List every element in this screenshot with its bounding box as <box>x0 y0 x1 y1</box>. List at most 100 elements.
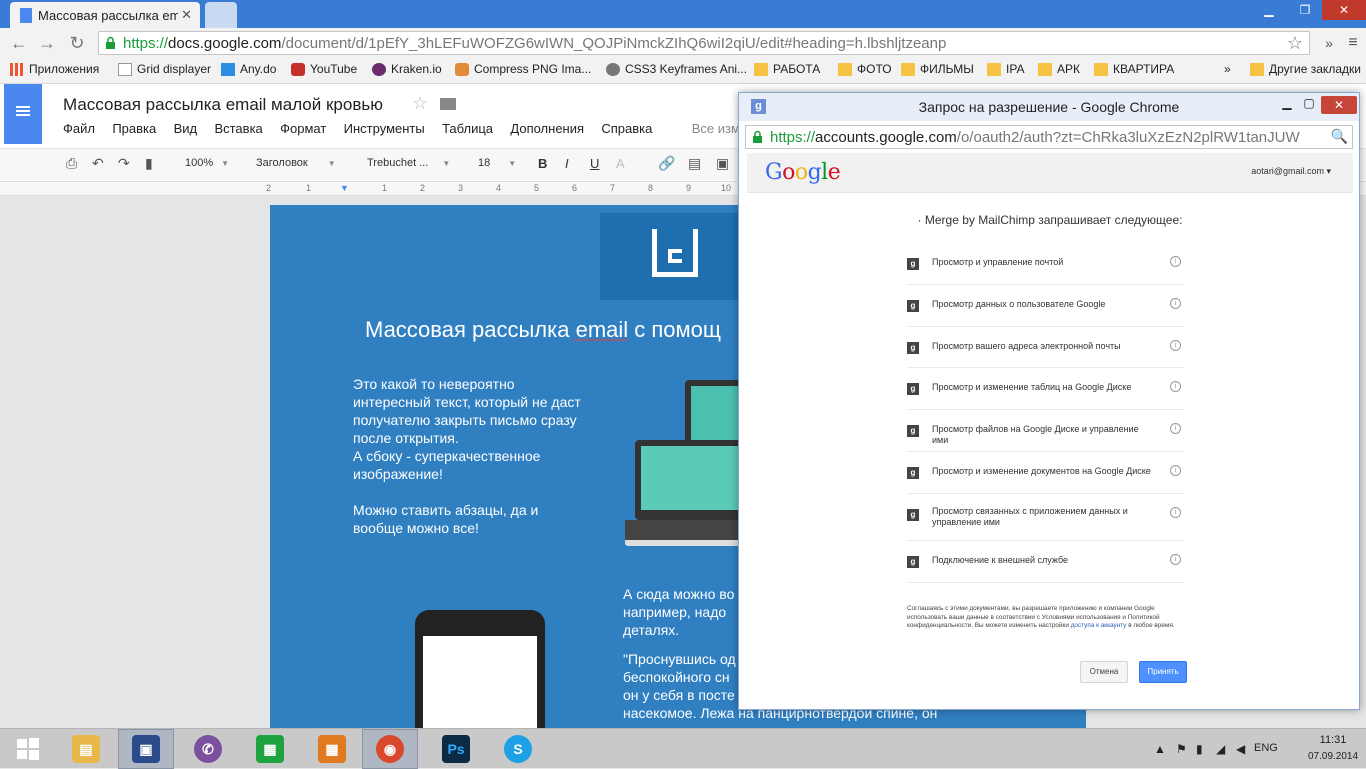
menu-tools[interactable]: Инструменты <box>344 121 425 136</box>
bookmark-youtube[interactable]: YouTube <box>291 62 357 76</box>
info-icon[interactable]: i <box>1170 297 1181 309</box>
tab-docs[interactable]: Массовая рассылка ema ✕ <box>10 2 200 28</box>
flag-icon[interactable]: ⚑ <box>1176 742 1187 756</box>
taskbar-photoshop[interactable]: Ps <box>428 729 484 769</box>
folder-icon[interactable] <box>440 98 456 110</box>
chrome-menu-icon[interactable]: ≡ <box>1342 32 1364 54</box>
menu-addons[interactable]: Дополнения <box>510 121 584 136</box>
taskbar-viber[interactable]: ✆ <box>180 729 236 769</box>
signal-icon[interactable]: ◢ <box>1216 742 1225 756</box>
bookmark-folder-kvartira[interactable]: КВАРТИРА <box>1094 62 1174 76</box>
bold-button[interactable]: B <box>538 156 547 171</box>
underline-button[interactable]: U <box>590 156 599 171</box>
tray-chevron-icon[interactable]: ▲ <box>1154 742 1166 756</box>
taskbar-save-app[interactable]: ▣ <box>118 729 174 769</box>
zoom-select[interactable]: 100% ▼ <box>185 157 229 169</box>
extensions-overflow[interactable]: » <box>1318 32 1340 54</box>
info-icon[interactable]: i <box>1170 256 1181 267</box>
taskbar-store[interactable]: ▦ <box>242 729 298 769</box>
google-g-icon: g <box>907 508 919 521</box>
redo-icon[interactable]: ↷ <box>118 155 130 172</box>
address-bar[interactable]: https://docs.google.com/document/d/1pEfY… <box>98 31 1310 55</box>
star-icon[interactable]: ☆ <box>412 93 428 114</box>
bookmark-apps[interactable]: Приложения <box>10 62 99 76</box>
docs-logo-icon[interactable] <box>4 84 42 144</box>
search-icon[interactable]: 🔍 <box>1331 128 1348 145</box>
bookmark-star-icon[interactable]: ☆ <box>1287 33 1303 54</box>
comment-icon[interactable]: ▤ <box>688 155 701 172</box>
bookmark-compress-png[interactable]: Compress PNG Ima... <box>455 62 591 76</box>
bookmark-folder-rabota[interactable]: РАБОТА <box>754 62 820 76</box>
bookmark-folder-ipa[interactable]: IPA <box>987 62 1024 76</box>
font-size-select[interactable]: 18 ▼ <box>478 157 516 169</box>
account-access-link[interactable]: доступа к аккаунту <box>1071 622 1127 629</box>
print-icon[interactable]: ⎙ <box>66 155 77 172</box>
language-indicator[interactable]: ENG <box>1254 742 1278 754</box>
menu-format[interactable]: Формат <box>280 121 326 136</box>
reload-icon[interactable]: ↻ <box>66 32 88 54</box>
start-button[interactable] <box>0 729 56 769</box>
info-icon[interactable]: i <box>1170 339 1181 351</box>
close-window-button[interactable]: ✕ <box>1322 0 1366 20</box>
text-color-button[interactable]: A <box>616 156 625 171</box>
bookmark-css3-keyframes[interactable]: CSS3 Keyframes Ani... <box>606 62 747 76</box>
tab-title: Массовая рассылка ema <box>38 8 178 23</box>
popup-minimize-button[interactable]: ▁ <box>1277 96 1297 114</box>
tab-close-icon[interactable]: ✕ <box>181 7 192 23</box>
info-icon[interactable]: i <box>1170 506 1181 518</box>
bookmark-folder-filmy[interactable]: ФИЛЬМЫ <box>901 62 974 76</box>
popup-close-button[interactable]: ✕ <box>1321 96 1357 114</box>
info-icon[interactable]: i <box>1170 464 1181 476</box>
info-icon[interactable]: i <box>1170 553 1181 565</box>
taskbar-file-explorer[interactable]: ▤ <box>58 729 114 769</box>
panda-icon <box>455 62 469 76</box>
menu-edit[interactable]: Правка <box>112 121 156 136</box>
volume-icon[interactable]: ◀ <box>1236 742 1245 756</box>
account-switcher[interactable]: aotari@gmail.com ▾ <box>1251 166 1331 177</box>
clock-date[interactable]: 07.09.2014 <box>1308 751 1358 762</box>
bookmark-folder-foto[interactable]: ФОТО <box>838 62 892 76</box>
italic-button[interactable]: I <box>565 156 569 171</box>
info-icon[interactable]: i <box>1170 381 1181 393</box>
popup-titlebar[interactable]: g Запрос на разрешение - Google Chrome ▁… <box>739 93 1359 121</box>
bookmarks-bar: Приложения Grid displayer Any.do YouTube… <box>0 58 1366 84</box>
image-icon[interactable]: ▣ <box>716 155 729 172</box>
email-headline[interactable]: Массовая рассылка email с помощ <box>365 317 721 343</box>
bookmark-kraken[interactable]: Kraken.io <box>372 62 442 76</box>
new-tab-button[interactable] <box>205 2 237 28</box>
popup-address-bar[interactable]: https://accounts.google.com/o/oauth2/aut… <box>745 125 1353 149</box>
email-paragraph-2[interactable]: Можно ставить абзацы, да и вообще можно … <box>353 501 613 537</box>
bookmarks-overflow[interactable]: » <box>1224 62 1231 76</box>
font-select[interactable]: Trebuchet ... ▼ <box>367 157 450 169</box>
accept-button[interactable]: Принять <box>1139 661 1187 683</box>
forward-arrow-icon[interactable]: → <box>36 32 58 54</box>
menu-view[interactable]: Вид <box>174 121 198 136</box>
menu-file[interactable]: Файл <box>63 121 95 136</box>
clock-time[interactable]: 11:31 <box>1308 734 1358 746</box>
menu-insert[interactable]: Вставка <box>214 121 262 136</box>
bookmark-other[interactable]: Другие закладки <box>1250 62 1361 76</box>
popup-maximize-button[interactable]: ▢ <box>1299 96 1319 114</box>
document-title[interactable]: Массовая рассылка email малой кровью <box>63 95 383 115</box>
email-paragraph-1[interactable]: Это какой то невероятно интересный текст… <box>353 375 613 483</box>
back-arrow-icon[interactable]: ← <box>8 32 30 54</box>
info-icon[interactable]: i <box>1170 423 1181 435</box>
battery-icon[interactable]: ▮ <box>1196 742 1203 756</box>
style-select[interactable]: Заголовок ▼ <box>256 157 336 169</box>
taskbar-tiles[interactable]: ▦ <box>304 729 360 769</box>
bookmark-anydo[interactable]: Any.do <box>221 62 276 76</box>
menu-help[interactable]: Справка <box>601 121 652 136</box>
taskbar-chrome[interactable]: ◉ <box>362 729 418 769</box>
taskbar-skype[interactable]: S <box>490 729 546 769</box>
indent-marker-icon[interactable]: ▼ <box>340 183 349 193</box>
link-icon[interactable]: 🔗 <box>658 155 675 172</box>
paint-format-icon[interactable]: ▮ <box>145 155 153 172</box>
bookmark-folder-ark[interactable]: АРК <box>1038 62 1080 76</box>
minimize-button[interactable]: ▁ <box>1256 0 1282 20</box>
menu-table[interactable]: Таблица <box>442 121 493 136</box>
cancel-button[interactable]: Отмена <box>1080 661 1128 683</box>
maximize-button[interactable]: ❐ <box>1292 0 1318 20</box>
bookmark-grid-displayer[interactable]: Grid displayer <box>118 62 211 76</box>
undo-icon[interactable]: ↶ <box>92 155 104 172</box>
docs-menubar: Файл Правка Вид Вставка Формат Инструмен… <box>63 121 783 139</box>
